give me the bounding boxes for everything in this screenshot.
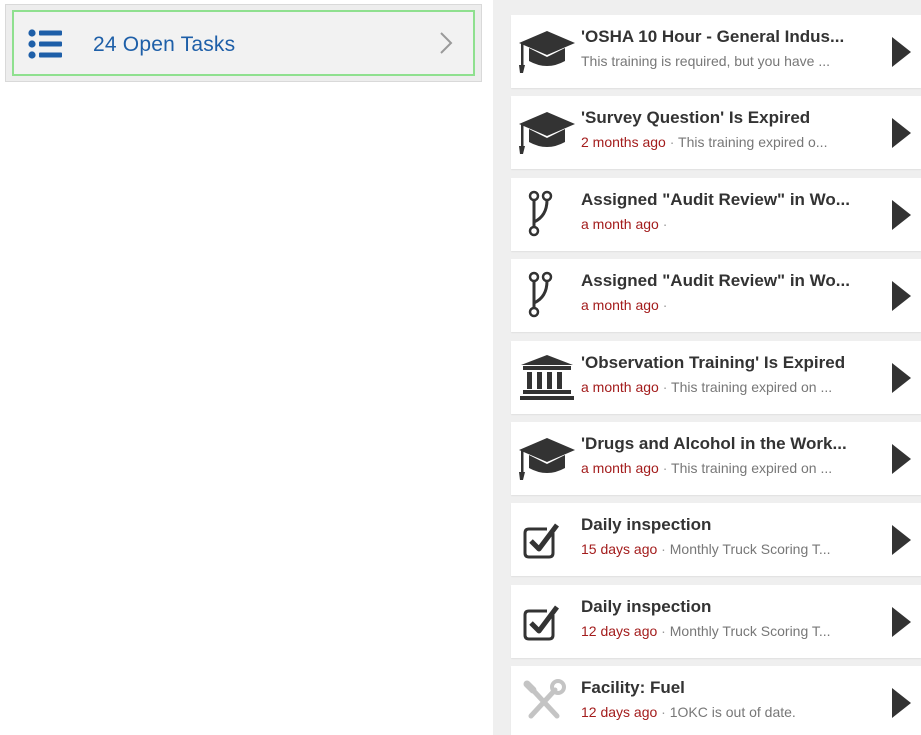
play-arrow-icon[interactable] — [891, 525, 911, 555]
task-subtitle: a month ago · — [581, 216, 871, 232]
task-item[interactable]: 'Drugs and Alcohol in the Work... a mont… — [511, 422, 921, 495]
task-subtitle: 15 days ago · Monthly Truck Scoring T... — [581, 541, 871, 557]
task-item[interactable]: Daily inspection 15 days ago · Monthly T… — [511, 503, 921, 576]
task-time: a month ago — [581, 460, 659, 476]
task-separator: · — [657, 541, 670, 557]
play-arrow-icon[interactable] — [891, 688, 911, 718]
graduation-cap-icon — [517, 432, 577, 482]
task-separator: · — [657, 623, 670, 639]
play-arrow-icon[interactable] — [891, 363, 911, 393]
play-arrow-icon[interactable] — [891, 607, 911, 637]
checkbox-icon — [517, 595, 577, 645]
task-title: 'Drugs and Alcohol in the Work... — [581, 434, 847, 453]
task-title: Daily inspection — [581, 515, 712, 534]
task-separator: · — [665, 134, 679, 150]
task-title: Daily inspection — [581, 597, 712, 616]
task-subtitle: 2 months ago · This training expired o..… — [581, 134, 871, 150]
task-item[interactable]: Assigned "Audit Review" in Wo... a month… — [511, 178, 921, 251]
task-time: 12 days ago — [581, 704, 658, 720]
task-time: a month ago — [581, 297, 659, 313]
task-detail: This training expired on ... — [671, 460, 833, 476]
task-detail: Monthly Truck Scoring T... — [669, 623, 831, 639]
task-time: a month ago — [581, 379, 659, 395]
open-tasks-panel: 24 Open Tasks — [5, 4, 482, 82]
task-separator: · — [657, 704, 670, 720]
task-time: 15 days ago — [581, 541, 658, 557]
play-arrow-icon[interactable] — [891, 37, 911, 67]
task-item[interactable]: Daily inspection 12 days ago · Monthly T… — [511, 585, 921, 658]
task-detail: This training expired o... — [678, 134, 828, 150]
graduation-cap-icon — [517, 106, 577, 156]
task-item[interactable]: 'Observation Training' Is Expired a mont… — [511, 341, 921, 414]
task-time: 2 months ago — [581, 134, 666, 150]
task-subtitle: a month ago · This training expired on .… — [581, 460, 871, 476]
workflow-branch-icon — [517, 188, 577, 238]
task-time: a month ago — [581, 216, 659, 232]
chevron-right-icon — [439, 31, 453, 55]
task-separator: · — [658, 460, 672, 476]
task-separator: · — [658, 297, 668, 313]
task-detail: Monthly Truck Scoring T... — [669, 541, 831, 557]
task-title: Facility: Fuel — [581, 678, 685, 697]
task-time: 12 days ago — [581, 623, 658, 639]
task-subtitle: This training is required, but you have … — [581, 53, 871, 69]
workflow-branch-icon — [517, 269, 577, 319]
task-title: 'Observation Training' Is Expired — [581, 353, 846, 372]
graduation-cap-icon — [517, 25, 577, 75]
task-subtitle: a month ago · — [581, 297, 871, 313]
task-item[interactable]: 'OSHA 10 Hour - General Indus... This tr… — [511, 15, 921, 88]
wrench-screwdriver-icon — [517, 676, 577, 726]
open-tasks-label: 24 Open Tasks — [93, 33, 236, 56]
task-list: 'OSHA 10 Hour - General Indus... This tr… — [493, 0, 921, 735]
play-arrow-icon[interactable] — [891, 444, 911, 474]
task-detail: 1OKC is out of date. — [669, 704, 796, 720]
institution-icon — [517, 351, 577, 401]
play-arrow-icon[interactable] — [891, 281, 911, 311]
task-detail: This training is required, but you have … — [581, 53, 831, 69]
task-item[interactable]: Assigned "Audit Review" in Wo... a month… — [511, 259, 921, 332]
task-subtitle: 12 days ago · 1OKC is out of date. — [581, 704, 871, 720]
task-subtitle: a month ago · This training expired on .… — [581, 379, 871, 395]
task-item[interactable]: 'Survey Question' Is Expired 2 months ag… — [511, 96, 921, 169]
task-item[interactable]: Facility: Fuel 12 days ago · 1OKC is out… — [511, 666, 921, 735]
task-title: 'Survey Question' Is Expired — [581, 108, 811, 127]
task-separator: · — [658, 379, 672, 395]
task-title: Assigned "Audit Review" in Wo... — [581, 271, 850, 290]
task-title: Assigned "Audit Review" in Wo... — [581, 190, 850, 209]
play-arrow-icon[interactable] — [891, 200, 911, 230]
checkbox-icon — [517, 513, 577, 563]
task-subtitle: 12 days ago · Monthly Truck Scoring T... — [581, 623, 871, 639]
open-tasks-button[interactable]: 24 Open Tasks — [12, 10, 475, 76]
list-icon — [28, 29, 62, 59]
task-separator: · — [658, 216, 668, 232]
play-arrow-icon[interactable] — [891, 118, 911, 148]
task-title: 'OSHA 10 Hour - General Indus... — [581, 27, 845, 46]
task-detail: This training expired on ... — [671, 379, 833, 395]
